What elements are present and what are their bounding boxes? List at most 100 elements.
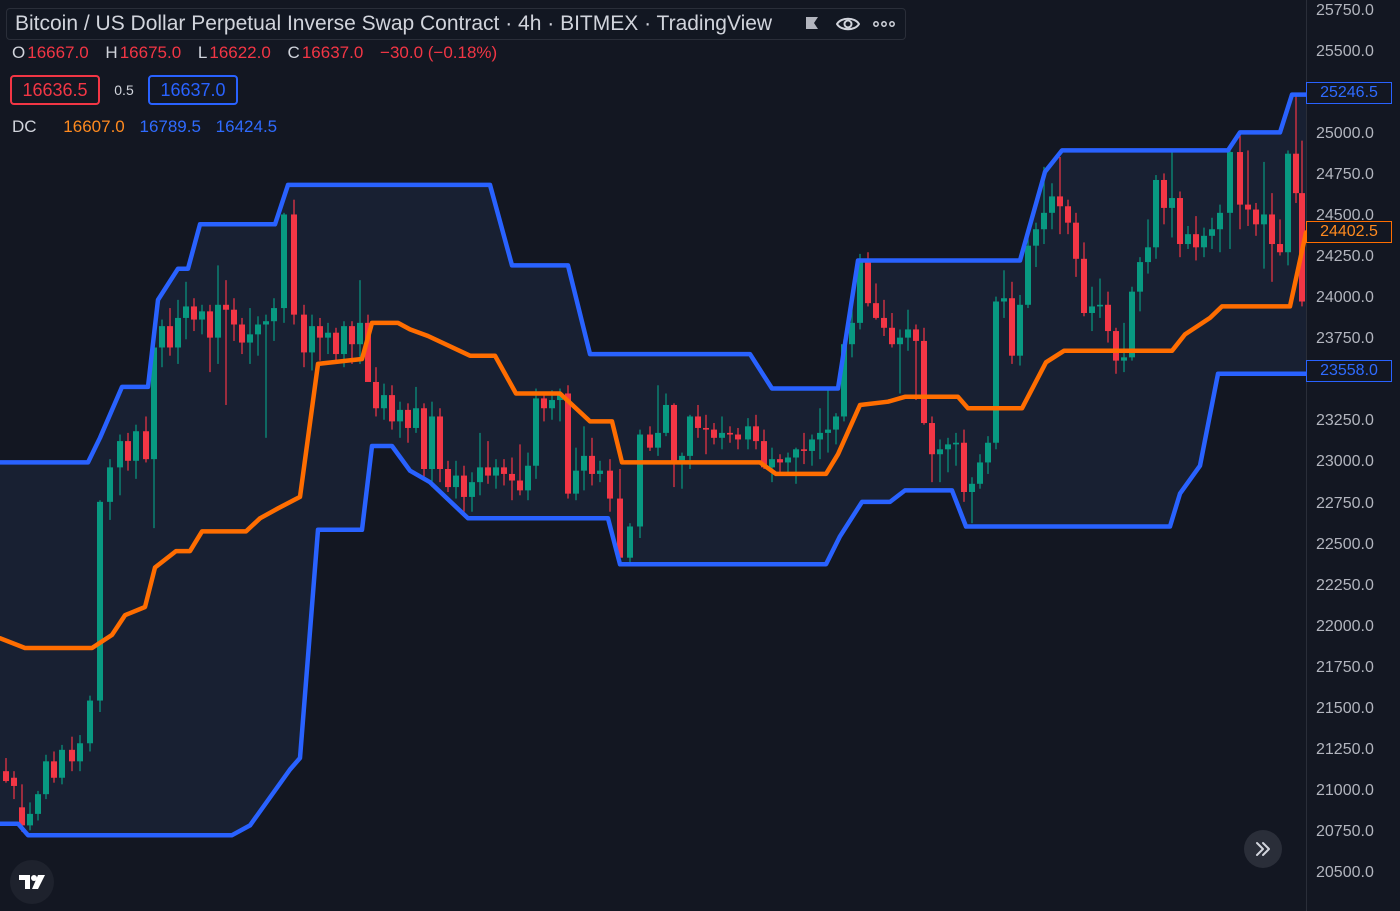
candle-body [159, 326, 165, 348]
candle-body [1269, 214, 1275, 245]
candle [921, 327, 927, 425]
candle-body [745, 426, 751, 440]
spread-value: 0.5 [114, 82, 134, 98]
candle-body [59, 749, 65, 778]
candle-body [223, 304, 229, 310]
axis-tick: 25500.0 [1316, 42, 1374, 60]
indicator-upper-value: 16789.5 [139, 117, 201, 136]
basis-price-label: 24402.5 [1306, 221, 1392, 243]
candle-body [1033, 229, 1039, 246]
candle-body [1245, 204, 1251, 210]
candle-body [573, 470, 579, 494]
candle-body [703, 427, 709, 430]
scroll-right-icon[interactable] [1244, 830, 1282, 868]
candle-body [477, 467, 483, 483]
candle-body [1177, 198, 1183, 245]
candle-body [281, 214, 287, 309]
candle-body [405, 409, 411, 428]
order-buttons: 16636.5 0.5 16637.0 [10, 75, 238, 105]
candle-body [589, 455, 595, 474]
candle-body [549, 400, 555, 409]
candle-body [501, 467, 507, 474]
candle-body [1201, 235, 1207, 248]
candle-body [117, 441, 123, 468]
candle-body [437, 416, 443, 470]
axis-tick: 25750.0 [1316, 1, 1374, 19]
candle-body [1089, 306, 1095, 314]
candle-body [1237, 152, 1243, 205]
candle [421, 403, 427, 479]
candle-body [905, 329, 911, 338]
candle [281, 212, 287, 323]
lower-price-label: 23558.0 [1306, 360, 1392, 382]
axis-tick: 22500.0 [1316, 535, 1374, 553]
candle-body [1277, 244, 1283, 253]
flag-icon[interactable] [799, 11, 825, 37]
candle-body [133, 431, 139, 461]
candle-body [325, 332, 331, 338]
low-label: L [197, 43, 208, 62]
candle [1285, 150, 1291, 266]
candle-body [881, 317, 887, 328]
candle [97, 500, 103, 713]
candle-body [785, 457, 791, 463]
candle-body [793, 449, 799, 458]
candle-body [1169, 198, 1175, 208]
candle-body [671, 404, 677, 465]
more-icon[interactable] [871, 11, 897, 37]
candle-body [607, 470, 613, 499]
axis-tick: 20750.0 [1316, 822, 1374, 840]
candle-body [801, 449, 807, 451]
buy-button[interactable]: 16637.0 [148, 75, 238, 105]
candle-body [1261, 214, 1267, 225]
axis-tick: 22250.0 [1316, 576, 1374, 594]
candle-body [3, 771, 9, 782]
candle-body [333, 332, 339, 355]
candle-body [1253, 209, 1259, 225]
axis-tick: 22000.0 [1316, 617, 1374, 635]
axis-tick: 20500.0 [1316, 864, 1374, 881]
candle-body [51, 761, 57, 778]
sell-button[interactable]: 16636.5 [10, 75, 100, 105]
upper-price-label: 25246.5 [1306, 82, 1392, 104]
axis-tick: 21000.0 [1316, 781, 1374, 799]
candle-body [541, 398, 547, 409]
candle-body [87, 700, 93, 744]
candle-body [309, 326, 315, 353]
indicator-lower-value: 16424.5 [215, 117, 278, 136]
eye-icon[interactable] [835, 11, 861, 37]
candle-body [199, 311, 205, 320]
symbol-title: Bitcoin / US Dollar Perpetual Inverse Sw… [15, 12, 773, 35]
candle-body [35, 794, 41, 814]
candle-body [993, 301, 999, 443]
candle-body [27, 813, 33, 826]
candle-body [921, 340, 927, 424]
candle-body [1185, 234, 1191, 245]
tradingview-logo-icon[interactable] [10, 860, 54, 904]
candle-body [647, 434, 653, 448]
candle-body [1293, 153, 1299, 194]
candle-body [271, 308, 277, 322]
candle-body [565, 393, 571, 494]
candle-body [1285, 153, 1291, 253]
candle-body [969, 483, 975, 493]
candle-body [985, 442, 991, 463]
candle-body [493, 467, 499, 476]
low-value: 16622.0 [209, 43, 271, 62]
candle-body [207, 311, 213, 338]
axis-tick: 23000.0 [1316, 453, 1374, 471]
candle-body [461, 475, 467, 497]
candle-body [817, 432, 823, 440]
candle-body [1113, 331, 1119, 361]
candle-body [695, 416, 701, 428]
candle-body [1049, 196, 1055, 213]
candle-body [929, 423, 935, 455]
indicator-legend[interactable]: DC 16607.0 16789.5 16424.5 [12, 117, 287, 137]
candle-body [69, 749, 75, 762]
change-value: −30.0 (−0.18%) [380, 43, 498, 62]
candle-body [389, 395, 395, 422]
candle-body [865, 258, 871, 304]
high-value: 16675.0 [119, 43, 182, 62]
candle [637, 429, 643, 538]
close-label: C [287, 43, 300, 62]
